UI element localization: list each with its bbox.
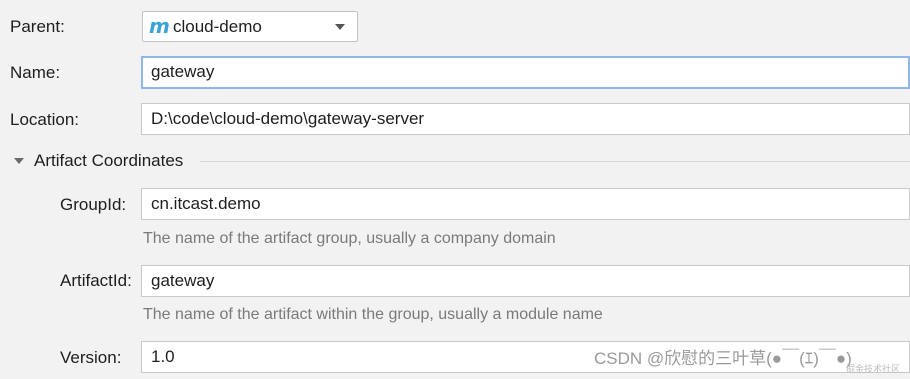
group-id-field[interactable]: cn.itcast.demo: [141, 188, 910, 220]
watermark-small-text: 掘金技术社区: [846, 364, 901, 374]
artifact-id-field[interactable]: gateway: [141, 265, 910, 297]
maven-m-icon: m: [149, 14, 170, 38]
version-label: Version:: [60, 348, 122, 367]
artifact-id-hint: The name of the artifact within the grou…: [143, 306, 603, 323]
location-field[interactable]: D:\code\cloud-demo\gateway-server: [141, 103, 910, 135]
parent-value: cloud-demo: [173, 17, 262, 36]
group-id-hint: The name of the artifact group, usually …: [143, 230, 556, 247]
group-id-label: GroupId:: [60, 195, 127, 214]
name-label: Name:: [10, 63, 61, 82]
name-field[interactable]: gateway: [141, 56, 910, 89]
artifact-id-label: ArtifactId:: [60, 271, 132, 290]
collapse-triangle-icon[interactable]: [14, 158, 24, 164]
parent-dropdown[interactable]: m cloud-demo: [142, 11, 358, 42]
artifact-coordinates-title[interactable]: Artifact Coordinates: [34, 151, 183, 171]
location-label: Location:: [10, 110, 79, 129]
section-divider: [200, 161, 910, 162]
chevron-down-icon: [335, 24, 345, 30]
watermark-text: CSDN @欣慰的三叶草(●￣(ｴ)￣●): [594, 349, 852, 368]
parent-label: Parent:: [10, 17, 65, 36]
